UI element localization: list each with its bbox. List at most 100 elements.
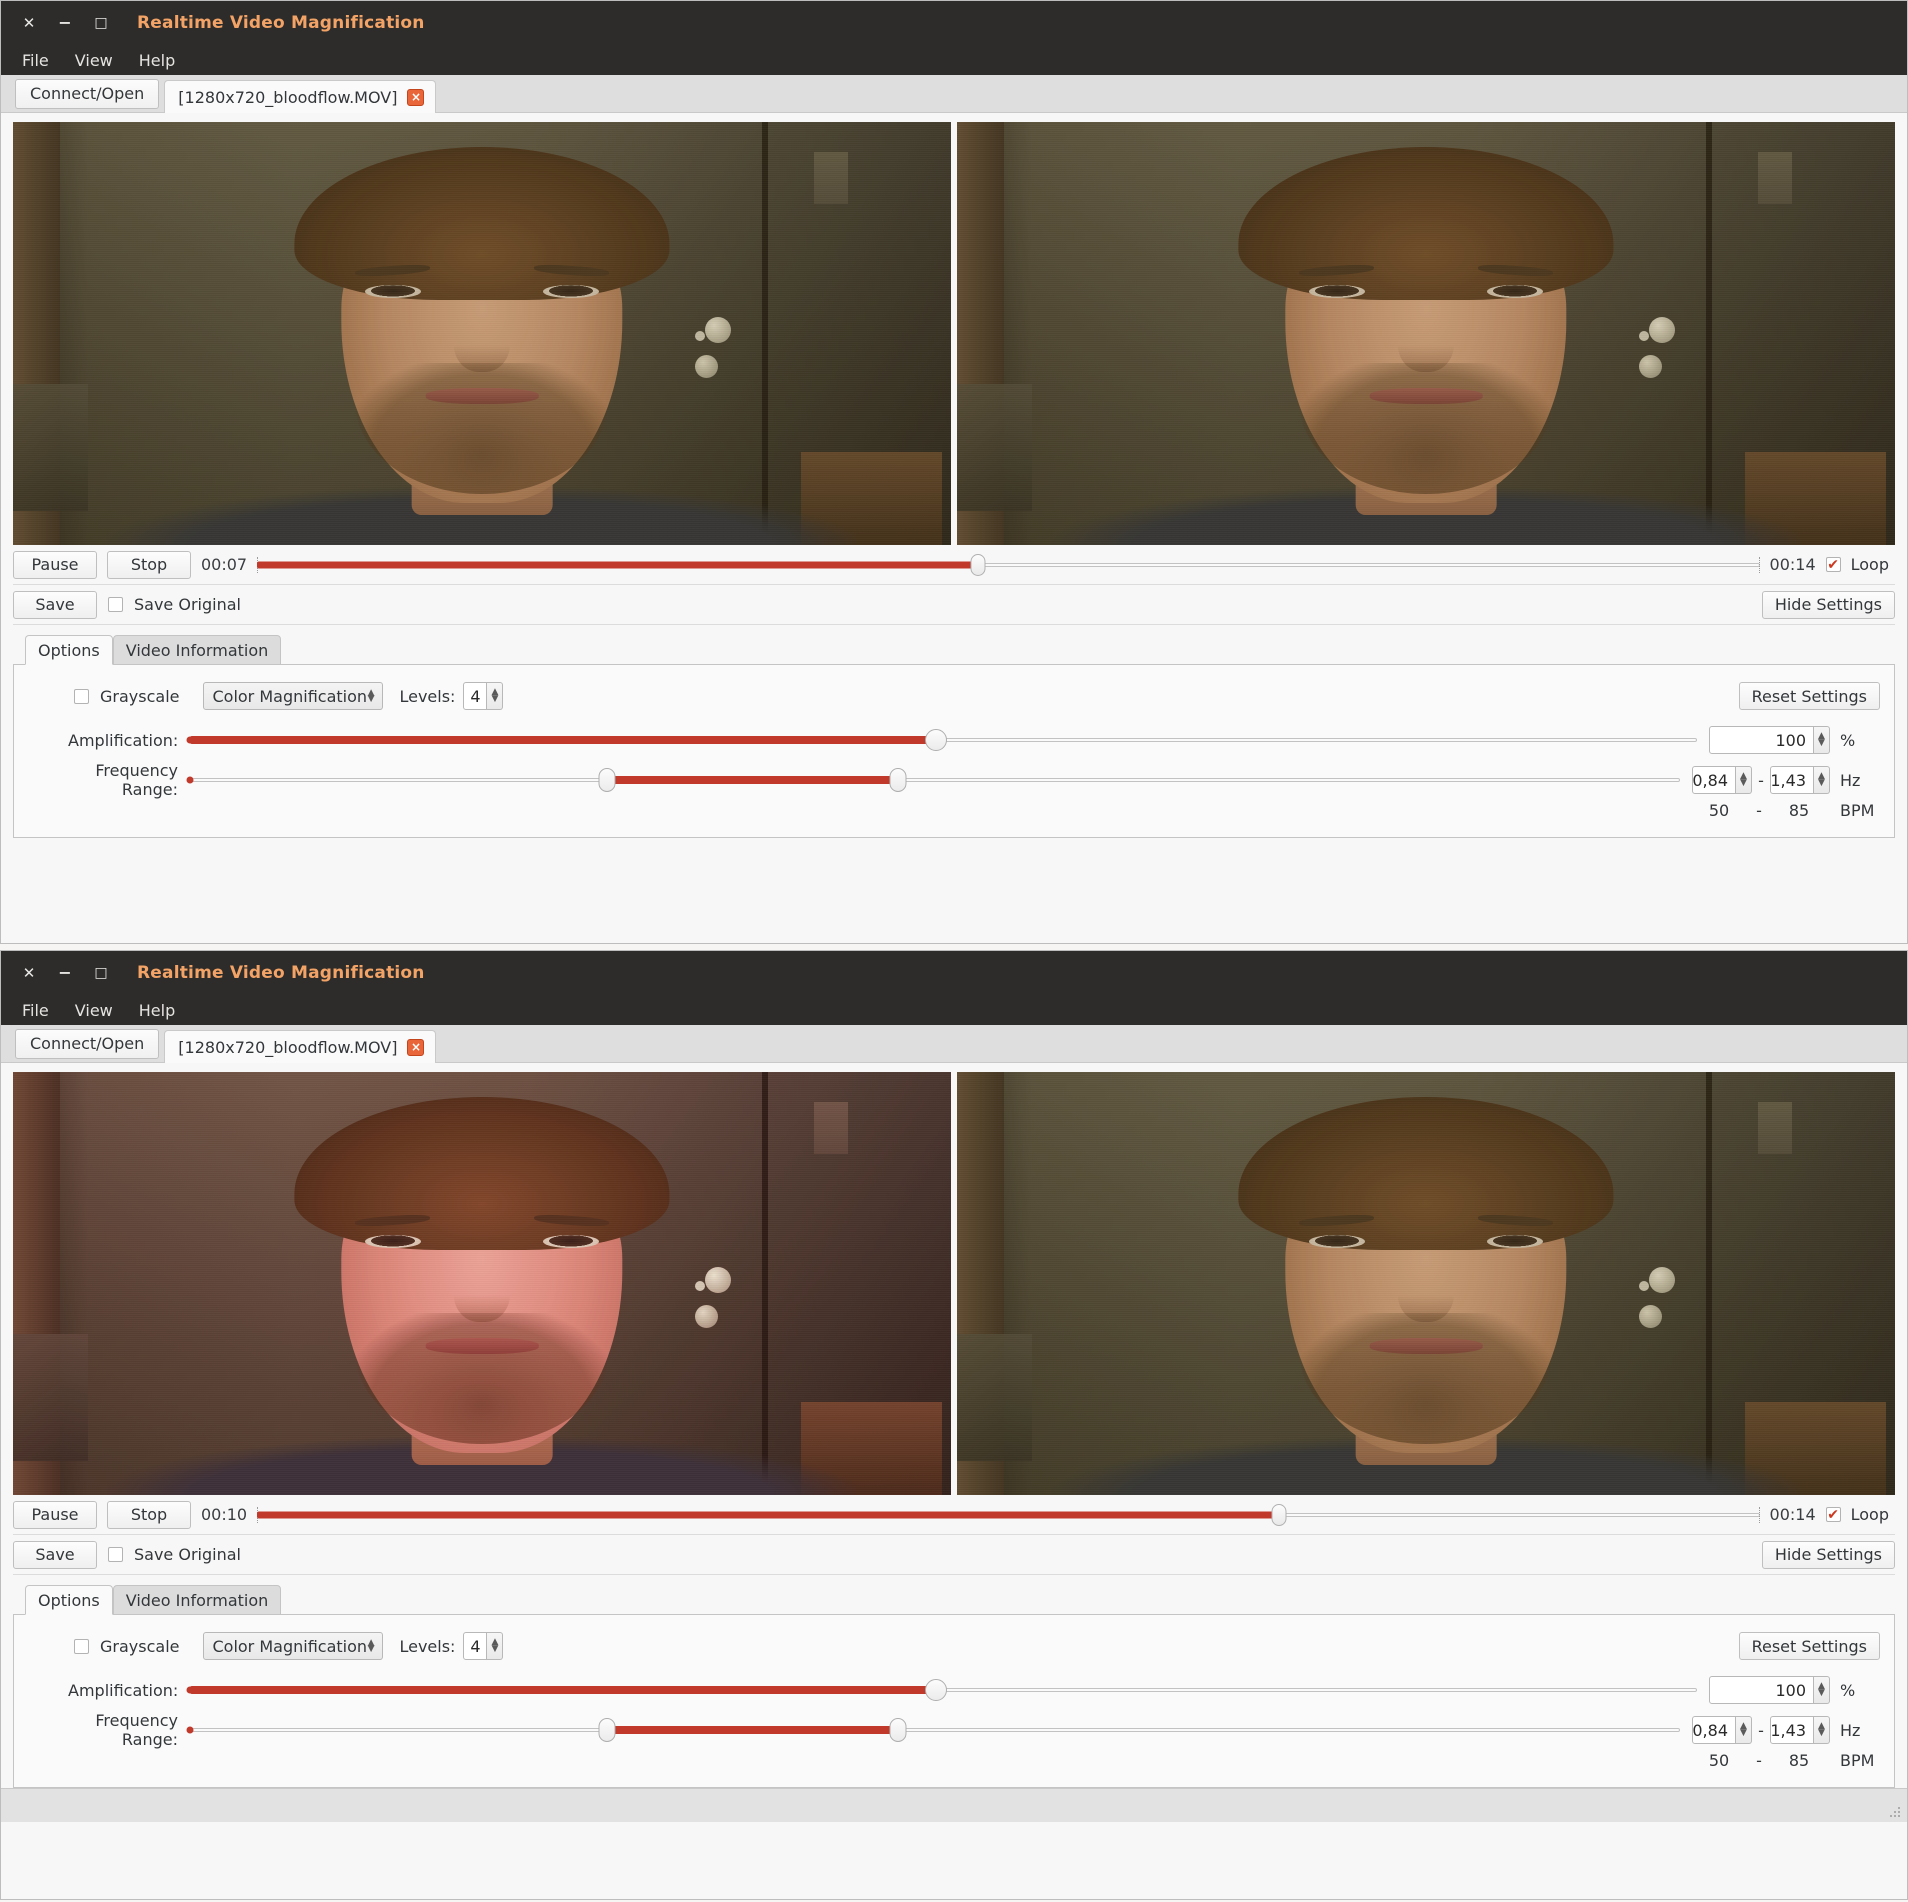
bpm-low-value: 50 (1708, 1750, 1730, 1770)
app-window-bottom: Realtime Video Magnification File View H… (0, 950, 1908, 1900)
save-original-checkbox[interactable] (108, 1547, 123, 1562)
seek-handle[interactable] (970, 553, 986, 576)
window-maximize-icon[interactable] (83, 958, 119, 988)
hide-settings-button[interactable]: Hide Settings (1761, 590, 1895, 619)
menubar: File View Help (1, 45, 1907, 75)
app-window-top: Realtime Video Magnification File View H… (0, 0, 1908, 944)
stop-button[interactable]: Stop (107, 550, 191, 579)
pause-button[interactable]: Pause (13, 550, 97, 579)
levels-label: Levels: (399, 1636, 456, 1656)
frequency-low-handle[interactable] (598, 768, 616, 792)
frequency-low-stepper[interactable]: ▲ ▼ (1736, 1716, 1752, 1744)
window-close-icon[interactable] (11, 8, 47, 38)
amplification-slider[interactable] (186, 1678, 1697, 1702)
amplification-row: Amplification: 100 ▲ ▼ % (28, 1673, 1880, 1707)
magnification-mode-select[interactable]: Color Magnification ▲ ▼ (203, 1632, 384, 1660)
tab-options[interactable]: Options (25, 635, 113, 665)
options-tabbar: Options Video Information (13, 634, 1895, 665)
stop-button[interactable]: Stop (107, 1500, 191, 1529)
window-minimize-icon[interactable] (47, 958, 83, 988)
seek-slider[interactable] (257, 1503, 1760, 1526)
frequency-low-handle[interactable] (598, 1718, 616, 1742)
tab-video-information[interactable]: Video Information (112, 635, 282, 665)
connect-open-button[interactable]: Connect/Open (15, 79, 160, 109)
close-tab-icon[interactable]: × (407, 88, 425, 106)
frequency-high-input[interactable]: 1,43 (1770, 766, 1814, 794)
amplification-input[interactable]: 100 (1709, 1676, 1814, 1704)
frequency-range-slider[interactable] (186, 768, 1680, 792)
frequency-high-handle[interactable] (889, 768, 907, 792)
menu-view[interactable]: View (64, 48, 124, 73)
levels-label: Levels: (399, 686, 456, 706)
grayscale-group: Grayscale (74, 1637, 179, 1656)
menu-file[interactable]: File (11, 998, 60, 1023)
grayscale-checkbox[interactable] (74, 1638, 89, 1654)
amplification-stepper[interactable]: ▲ ▼ (1814, 726, 1830, 754)
amplification-handle[interactable] (924, 1679, 947, 1701)
amplification-input[interactable]: 100 (1709, 726, 1814, 754)
loop-checkbox[interactable] (1825, 1507, 1841, 1522)
reset-settings-button[interactable]: Reset Settings (1738, 1632, 1880, 1660)
seek-slider[interactable] (257, 553, 1760, 576)
transport-bar: Pause Stop 00:10 00:14 Loop (13, 1495, 1895, 1535)
amplification-label: Amplification: (68, 730, 179, 750)
window-content: Pause Stop 00:07 00:14 Loop Save Save Or… (1, 113, 1907, 838)
magnification-mode-value: Color Magnification (212, 686, 368, 706)
frequency-high-input[interactable]: 1,43 (1770, 1716, 1814, 1744)
save-button[interactable]: Save (13, 1540, 97, 1569)
close-tab-icon[interactable]: × (407, 1038, 425, 1056)
levels-input[interactable]: 4 (463, 1632, 488, 1660)
magnified-video-view[interactable] (13, 1072, 951, 1495)
menu-file[interactable]: File (11, 48, 60, 73)
frequency-high-handle[interactable] (889, 1718, 907, 1742)
frequency-unit: Hz (1840, 1720, 1861, 1740)
video-frame (957, 122, 1895, 545)
bpm-high-value: 85 (1788, 1750, 1810, 1770)
save-button[interactable]: Save (13, 590, 97, 619)
levels-input[interactable]: 4 (463, 682, 488, 710)
reset-settings-button[interactable]: Reset Settings (1738, 682, 1880, 710)
frequency-high-stepper[interactable]: ▲ ▼ (1814, 1716, 1830, 1744)
video-tab[interactable]: [1280x720_bloodflow.MOV] × (164, 1030, 437, 1063)
levels-stepper[interactable]: ▲ ▼ (487, 682, 504, 710)
amplification-unit: % (1840, 730, 1856, 750)
bpm-unit: BPM (1840, 1750, 1875, 1770)
grayscale-checkbox[interactable] (74, 688, 89, 704)
options-panel: Grayscale Color Magnification ▲ ▼ Levels:… (13, 1614, 1895, 1788)
tab-video-information[interactable]: Video Information (112, 1585, 282, 1615)
magnification-mode-value: Color Magnification (212, 1636, 368, 1656)
current-time-label: 00:07 (201, 555, 248, 574)
frequency-low-input[interactable]: 0,84 (1692, 766, 1736, 794)
levels-stepper[interactable]: ▲ ▼ (487, 1632, 504, 1660)
original-video-view[interactable] (957, 122, 1895, 545)
window-minimize-icon[interactable] (47, 8, 83, 38)
magnification-mode-select[interactable]: Color Magnification ▲ ▼ (203, 682, 384, 710)
amplification-stepper[interactable]: ▲ ▼ (1814, 1676, 1830, 1704)
amplification-unit: % (1840, 1680, 1856, 1700)
frequency-range-slider[interactable] (186, 1718, 1680, 1742)
frequency-high-stepper[interactable]: ▲ ▼ (1814, 766, 1830, 794)
magnified-video-view[interactable] (13, 122, 951, 545)
amplification-handle[interactable] (924, 729, 947, 751)
titlebar: Realtime Video Magnification (1, 951, 1907, 995)
original-video-view[interactable] (957, 1072, 1895, 1495)
amplification-slider[interactable] (186, 728, 1697, 752)
frequency-low-input[interactable]: 0,84 (1692, 1716, 1736, 1744)
video-tab[interactable]: [1280x720_bloodflow.MOV] × (164, 80, 437, 113)
window-maximize-icon[interactable] (83, 8, 119, 38)
menu-help[interactable]: Help (128, 998, 186, 1023)
bpm-dash: - (1756, 800, 1762, 820)
menu-view[interactable]: View (64, 998, 124, 1023)
seek-handle[interactable] (1271, 1503, 1287, 1526)
hide-settings-button[interactable]: Hide Settings (1761, 1540, 1895, 1569)
connect-open-button[interactable]: Connect/Open (15, 1029, 160, 1059)
resize-grip-icon[interactable] (1889, 1806, 1901, 1818)
pause-button[interactable]: Pause (13, 1500, 97, 1529)
menu-help[interactable]: Help (128, 48, 186, 73)
video-frame (957, 1072, 1895, 1495)
window-close-icon[interactable] (11, 958, 47, 988)
tab-options[interactable]: Options (25, 1585, 113, 1615)
save-original-checkbox[interactable] (108, 597, 123, 612)
frequency-low-stepper[interactable]: ▲ ▼ (1736, 766, 1752, 794)
loop-checkbox[interactable] (1825, 557, 1841, 572)
